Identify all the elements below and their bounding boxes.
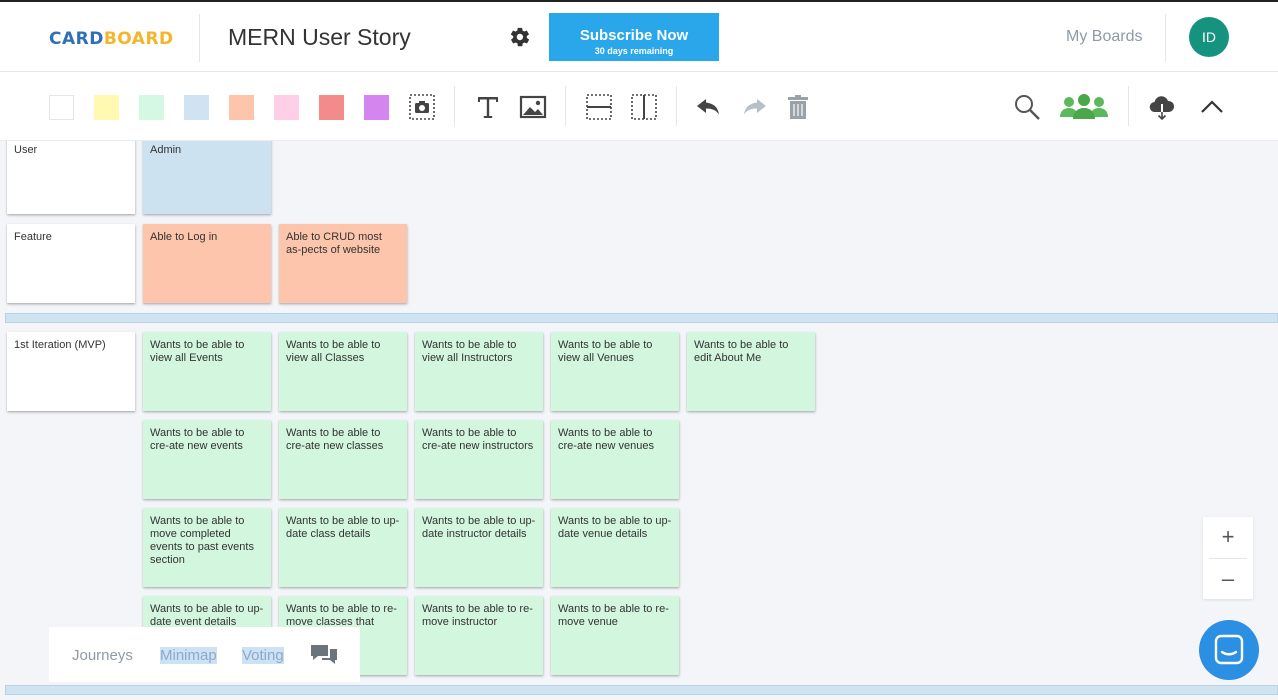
story-card[interactable]: Wants to be able to re-move venue: [551, 596, 679, 675]
story-card[interactable]: Wants to be able to view all Instructors: [415, 332, 543, 411]
logo-part-card: CARD: [49, 29, 104, 49]
users-icon[interactable]: [1058, 92, 1110, 122]
board-canvas[interactable]: User Admin Feature Able to Log in Able t…: [0, 141, 1278, 700]
card-text: Wants to be able to edit About Me: [694, 339, 789, 364]
card-text: Wants to be able to up-date event detail…: [150, 603, 264, 628]
swatch-peach[interactable]: [229, 95, 254, 120]
card-text: Wants to be able to cre-ate new instruct…: [422, 427, 534, 452]
header-divider: [199, 14, 200, 62]
row-label-text: Feature: [14, 231, 52, 243]
story-card[interactable]: Wants to be able to re-move instructor: [415, 596, 543, 675]
bottom-tabs: Journeys Minimap Voting: [49, 627, 360, 682]
card-text: Able to Log in: [150, 231, 218, 243]
story-card[interactable]: Wants to be able to cre-ate new instruct…: [415, 420, 543, 499]
app-header: CARDBOARD MERN User Story Subscribe Now …: [0, 0, 1278, 72]
swatch-red[interactable]: [319, 95, 344, 120]
row-label-text: 1st Iteration (MVP): [14, 339, 106, 351]
my-boards-link[interactable]: My Boards: [1066, 28, 1142, 46]
card-text: Wants to be able to cre-ate new classes: [286, 427, 384, 452]
logo-part-board: BOARD: [103, 29, 174, 49]
story-card[interactable]: Wants to be able to up-date class detail…: [279, 508, 407, 587]
row-label-feature[interactable]: Feature: [7, 224, 135, 303]
card-text: Wants to be able to view all Classes: [286, 339, 381, 364]
board-title[interactable]: MERN User Story: [228, 24, 411, 51]
row-label-text: User: [14, 144, 38, 156]
toolbar-divider: [454, 86, 455, 126]
camera-frame-icon[interactable]: [407, 92, 437, 122]
vertical-lane-icon[interactable]: [629, 92, 659, 122]
card-text: Able to CRUD most as-pects of website: [286, 231, 382, 256]
toolbar: [0, 72, 1278, 141]
cloud-download-icon[interactable]: [1147, 92, 1177, 122]
avatar[interactable]: ID: [1189, 17, 1229, 57]
card-feature-crud[interactable]: Able to CRUD most as-pects of website: [279, 224, 407, 303]
tab-voting[interactable]: Voting: [242, 647, 284, 664]
subscribe-remaining: 30 days remaining: [594, 45, 674, 56]
chat-icon[interactable]: [309, 643, 339, 667]
image-icon[interactable]: [518, 92, 548, 122]
card-text: Wants to be able to move completed event…: [150, 515, 254, 566]
story-card[interactable]: Wants to be able to view all Classes: [279, 332, 407, 411]
zoom-in-button[interactable]: +: [1203, 517, 1253, 557]
card-text: Admin: [150, 144, 182, 156]
redo-icon[interactable]: [739, 92, 769, 122]
swatch-blue[interactable]: [184, 95, 209, 120]
card-text: Wants to be able to up-date class detail…: [286, 515, 400, 540]
swatch-white[interactable]: [49, 95, 74, 120]
toolbar-divider: [1128, 86, 1129, 126]
story-card[interactable]: Wants to be able to up-date venue detail…: [551, 508, 679, 587]
chevron-up-icon[interactable]: [1197, 92, 1227, 122]
story-card[interactable]: Wants to be able to view all Events: [143, 332, 271, 411]
story-card[interactable]: Wants to be able to move completed event…: [143, 508, 271, 587]
zoom-out-button[interactable]: –: [1203, 559, 1253, 599]
toolbar-divider: [676, 86, 677, 126]
row-label-iteration[interactable]: 1st Iteration (MVP): [7, 332, 135, 411]
card-text: Wants to be able to view all Events: [150, 339, 245, 364]
toolbar-divider: [565, 86, 566, 126]
zoom-controls: + –: [1203, 517, 1253, 599]
trash-icon[interactable]: [783, 92, 813, 122]
story-card[interactable]: Wants to be able to up-date instructor d…: [415, 508, 543, 587]
swatch-yellow[interactable]: [94, 95, 119, 120]
undo-icon[interactable]: [694, 92, 724, 122]
row-label-user[interactable]: User: [7, 141, 135, 214]
story-card[interactable]: Wants to be able to view all Venues: [551, 332, 679, 411]
story-card[interactable]: Wants to be able to cre-ate new venues: [551, 420, 679, 499]
card-text: Wants to be able to view all Venues: [558, 339, 653, 364]
tab-journeys[interactable]: Journeys: [72, 647, 133, 664]
swatch-green[interactable]: [139, 95, 164, 120]
story-card[interactable]: Wants to be able to edit About Me: [687, 332, 815, 411]
card-text: Wants to be able to cre-ate new venues: [558, 427, 654, 452]
story-card[interactable]: Wants to be able to cre-ate new events: [143, 420, 271, 499]
story-card[interactable]: Wants to be able to cre-ate new classes: [279, 420, 407, 499]
header-divider: [1165, 14, 1166, 62]
messenger-icon: [1214, 634, 1244, 665]
card-text: Wants to be able to re-move venue: [558, 603, 669, 628]
card-text: Wants to be able to cre-ate new events: [150, 427, 245, 452]
release-separator[interactable]: [5, 313, 1278, 323]
card-feature-login[interactable]: Able to Log in: [143, 224, 271, 303]
swatch-pink[interactable]: [274, 95, 299, 120]
card-text: Wants to be able to re-move instructor: [422, 603, 533, 628]
swatch-purple[interactable]: [364, 95, 389, 120]
search-icon[interactable]: [1012, 92, 1042, 122]
subscribe-button[interactable]: Subscribe Now 30 days remaining: [549, 13, 719, 61]
card-admin[interactable]: Admin: [143, 141, 271, 214]
card-text: Wants to be able to up-date venue detail…: [558, 515, 672, 540]
gear-icon[interactable]: [509, 26, 531, 48]
tab-minimap[interactable]: Minimap: [160, 647, 217, 664]
card-text: Wants to be able to up-date instructor d…: [422, 515, 536, 540]
cardboard-logo[interactable]: CARDBOARD: [49, 29, 174, 49]
card-text: Wants to be able to view all Instructors: [422, 339, 517, 364]
subscribe-label: Subscribe Now: [579, 26, 689, 44]
release-separator[interactable]: [5, 685, 1278, 695]
messenger-button[interactable]: [1199, 620, 1259, 680]
horizontal-lane-icon[interactable]: [584, 92, 614, 122]
text-icon[interactable]: [473, 92, 503, 122]
